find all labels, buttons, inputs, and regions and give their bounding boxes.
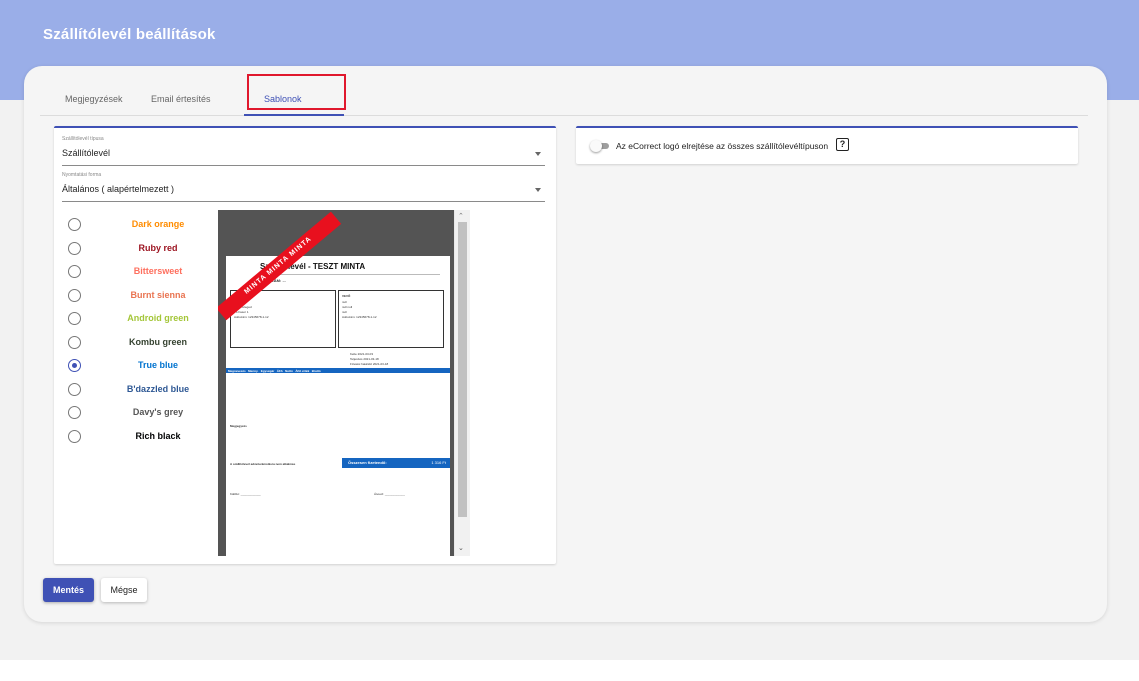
color-option-label: Burnt sienna [130,289,186,300]
delivery-type-label: Szállítólevél típusa [62,136,104,142]
notes-label: Megjegyzés [230,424,247,428]
buyer-box: VEVŐ null null null null Adószám: 123456… [338,290,444,348]
template-panel: Szállítólevél típusa Szállítólevél Nyomt… [54,126,556,564]
toggle-knob [590,140,602,152]
delivery-type-value: Szállítólevél [62,148,111,158]
color-option[interactable]: Burnt sienna [68,288,208,304]
preview-scroll-thumb[interactable] [458,222,467,517]
color-option[interactable]: Kombu green [68,335,208,351]
radio-button[interactable] [68,265,81,278]
color-option-label: Android green [127,313,189,323]
cancel-button[interactable]: Mégse [101,578,147,602]
print-format-value: Általános ( alapértelmezett ) [62,184,175,194]
table-header-text: Megnevezés Menny. Egységár ÁFA Nettó ÁFA… [228,369,321,373]
buyer-line: null null [342,305,353,309]
chevron-down-icon [535,152,541,156]
date-line: Kelte 2021-03-03 [350,352,374,356]
color-option-label: Dark orange [131,219,185,229]
color-option-label: B'dazzled blue [126,383,190,394]
color-option[interactable]: True blue [68,358,208,374]
radio-button[interactable] [68,288,81,302]
scroll-down-icon[interactable]: ⌄ [458,544,464,552]
radio-button[interactable] [68,241,81,255]
color-option[interactable]: Bittersweet [68,264,208,280]
radio-button[interactable] [68,382,81,396]
buyer-line: Adószám: 12345678-1-12 [342,315,377,319]
total-label: Összesen fizetendő: [348,460,387,465]
signature-left: Kiállító: ____________ [230,492,261,496]
color-option-label: Ruby red [138,242,178,253]
radio-button[interactable] [68,218,81,231]
delivery-type-select[interactable]: Szállítólevél típusa Szállítólevél [62,136,545,166]
total-bar: Összesen fizetendő: 1 316 Ft [342,458,450,468]
help-icon[interactable]: ? [836,138,849,151]
buyer-heading: VEVŐ [342,294,351,298]
print-format-select[interactable]: Nyomtatási forma Általános ( alapértelme… [62,172,545,202]
color-option[interactable]: Ruby red [68,241,208,257]
page-title: Szállítólevél beállítások [43,26,216,43]
logo-settings-panel: Az eCorrect logó elrejtése az összes szá… [576,126,1078,164]
highlight-annotation [247,74,346,110]
seller-line: Adószám: 12345678-1-12 [234,315,269,319]
chevron-down-icon [535,188,541,192]
hide-logo-toggle[interactable] [590,140,610,152]
tab-bar: Megjegyzések Email értesítés Sablonok [40,80,1088,116]
color-option-label: Davy's grey [132,407,184,417]
print-format-label: Nyomtatási forma [62,172,102,178]
active-tab-indicator [244,114,344,116]
radio-button[interactable] [68,429,81,443]
template-preview: Szállítólevél - TESZT MINTA SORSZÁM: ...… [218,210,470,556]
color-option-label: True blue [137,360,178,370]
preview-document: Szállítólevél - TESZT MINTA SORSZÁM: ...… [218,211,450,556]
color-option-label: Kombu green [128,336,187,347]
color-option[interactable]: B'dazzled blue [68,382,208,398]
tab-email[interactable]: Email értesítés [151,94,211,104]
save-button[interactable]: Mentés [43,578,94,602]
doc-divider [260,274,440,275]
items-table-header: Megnevezés Menny. Egységár ÁFA Nettó ÁFA… [226,368,450,373]
buyer-line: null [342,310,347,314]
radio-button[interactable] [68,312,81,325]
date-line: Teljesítés 2021-03-18 [350,357,379,361]
tab-notes[interactable]: Megjegyzések [65,94,123,104]
buyer-line: null [342,300,347,304]
color-option-label: Rich black [135,430,181,441]
radio-button[interactable] [68,406,81,419]
radio-button[interactable] [68,359,81,372]
signature-right: Átvevő: ____________ [374,492,405,496]
color-option[interactable]: Rich black [68,429,208,445]
date-line: Fizetési határidő 2021-03-18 [350,362,389,366]
hide-logo-label: Az eCorrect logó elrejtése az összes szá… [616,141,829,151]
total-value: 1 316 Ft [431,460,446,465]
color-option[interactable]: Android green [68,311,208,327]
footer-note: A szállítólevél adóelszámolásra nem alka… [230,462,296,466]
color-option[interactable]: Dark orange [68,217,208,233]
radio-button[interactable] [68,335,81,349]
color-option-label: Bittersweet [133,266,183,276]
color-option[interactable]: Davy's grey [68,405,208,421]
page-footer-area [0,660,1139,681]
scroll-up-icon[interactable]: ⌃ [458,212,464,220]
